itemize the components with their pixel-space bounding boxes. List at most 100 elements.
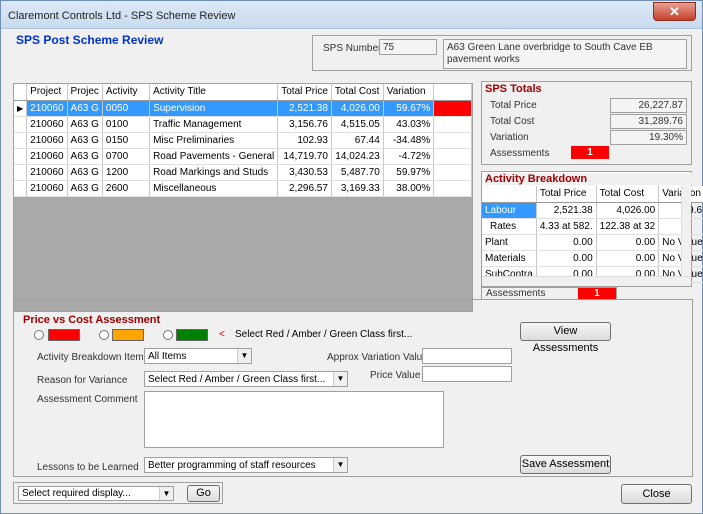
table-row[interactable]: 210060 A63 G 1200 Road Markings and Studs 3,… xyxy=(14,164,472,181)
row-indicator[interactable]: ▶ xyxy=(14,100,28,117)
variation-label: Variation xyxy=(490,132,529,143)
table-row[interactable]: 210060 A63 G 2600 Miscellaneous 2,296.57 3,16… xyxy=(14,180,472,197)
variance-flag xyxy=(433,148,472,165)
table-cell: Miscellaneous xyxy=(149,180,279,197)
chevron-down-icon[interactable]: ▼ xyxy=(333,458,347,472)
table-cell: Misc Preliminaries xyxy=(149,132,279,149)
activity-grid[interactable]: Project Projec Activity Activity Title T… xyxy=(13,83,473,312)
row-indicator[interactable] xyxy=(14,116,28,133)
table-cell: A63 G xyxy=(67,100,103,117)
col-header[interactable]: Activity Title xyxy=(149,84,279,101)
row-indicator[interactable] xyxy=(14,148,28,165)
row-indicator[interactable] xyxy=(14,132,28,149)
chevron-down-icon[interactable]: ▼ xyxy=(159,487,173,500)
sps-number-label: SPS Number xyxy=(323,43,382,54)
class-hint-text: Select Red / Amber / Green Class first..… xyxy=(235,329,413,340)
table-cell: 210060 xyxy=(26,116,68,133)
green-class-radio[interactable] xyxy=(163,330,173,340)
table-cell: 210060 xyxy=(26,148,68,165)
chevron-down-icon[interactable]: ▼ xyxy=(237,349,251,363)
col-header[interactable]: Total Cost xyxy=(331,84,384,101)
breakdown-table: Total Price Total Cost Variation Labour2… xyxy=(482,186,703,283)
lessons-select[interactable]: Better programming of staff resources ▼ xyxy=(144,457,348,473)
table-cell: A63 G xyxy=(67,148,103,165)
table-cell: -4.72% xyxy=(383,148,435,165)
app-window: Claremont Controls Ltd - SPS Scheme Revi… xyxy=(0,0,703,514)
row-indicator[interactable] xyxy=(14,164,28,181)
table-cell: 1200 xyxy=(102,164,151,181)
variance-flag xyxy=(433,100,472,117)
save-assessment-button[interactable]: Save Assessment xyxy=(520,455,611,474)
table-cell: 102.93 xyxy=(277,132,332,149)
table-cell: Road Pavements - General xyxy=(149,148,279,165)
go-button[interactable]: Go xyxy=(187,485,220,502)
col-header[interactable]: Activity xyxy=(102,84,151,101)
table-cell: 210060 xyxy=(26,180,68,197)
table-row[interactable]: 210060 A63 G 0100 Traffic Management 3,156.7… xyxy=(14,116,472,133)
breakdown-cell: Plant xyxy=(482,234,537,251)
table-row[interactable]: ▶ 210060 A63 G 0050 Supervision 2,521.38 4,026… xyxy=(14,100,472,117)
view-assessments-button[interactable]: View Assessments xyxy=(520,322,611,354)
amber-class-radio[interactable] xyxy=(99,330,109,340)
total-price-field: 26,227.87 xyxy=(610,98,687,113)
breakdown-cell: 0.00 xyxy=(536,250,597,267)
approx-variation-input[interactable] xyxy=(422,348,512,364)
price-value-input[interactable] xyxy=(422,366,512,382)
table-cell: A63 G xyxy=(67,180,103,197)
breakdown-row[interactable]: Labour2,521.384,026.0059.67 xyxy=(482,202,703,219)
approx-variation-label: Approx Variation Value xyxy=(327,352,428,363)
red-class-radio[interactable] xyxy=(34,330,44,340)
table-cell: 0050 xyxy=(102,100,151,117)
total-cost-label: Total Cost xyxy=(490,116,535,127)
breakdown-cell: Rates xyxy=(482,218,537,235)
col-header[interactable]: Variation xyxy=(383,84,435,101)
assessment-heading: Price vs Cost Assessment xyxy=(23,314,161,326)
table-row[interactable]: 210060 A63 G 0150 Misc Preliminaries 102.93 6… xyxy=(14,132,472,149)
close-button[interactable]: Close xyxy=(621,484,692,504)
lessons-label: Lessons to be Learned xyxy=(37,462,139,473)
breakdown-vertical-scrollbar[interactable] xyxy=(681,186,691,276)
activity-breakdown-panel: Activity Breakdown Total Price Total Cos… xyxy=(481,171,703,287)
table-cell: 4,026.00 xyxy=(331,100,384,117)
page-title: SPS Post Scheme Review xyxy=(16,33,164,47)
table-cell: 0700 xyxy=(102,148,151,165)
breakdown-item-select[interactable]: All Items ▼ xyxy=(144,348,252,364)
variation-field: 19.30% xyxy=(610,130,687,145)
sps-totals-panel: SPS Totals Total Price 26,227.87 Total C… xyxy=(481,81,692,165)
table-cell: 2,521.38 xyxy=(277,100,332,117)
table-cell: Supervision xyxy=(149,100,279,117)
table-cell: 2,296.57 xyxy=(277,180,332,197)
col-header[interactable]: Total Price xyxy=(277,84,332,101)
price-value-label: Price Value xyxy=(370,370,421,381)
comment-textarea[interactable] xyxy=(144,391,444,448)
breakdown-horizontal-scrollbar[interactable] xyxy=(482,276,691,286)
table-cell: Traffic Management xyxy=(149,116,279,133)
breakdown-item-value: All Items xyxy=(148,351,187,362)
sps-number-field: 75 xyxy=(379,39,437,55)
breakdown-cell: Labour xyxy=(482,202,537,219)
breakdown-row[interactable]: Rates 4.33 at 582. 122.38 at 32 xyxy=(482,218,703,235)
chevron-down-icon[interactable]: ▼ xyxy=(333,372,347,386)
sps-totals-heading: SPS Totals xyxy=(485,83,542,95)
window-close-button[interactable]: ✕ xyxy=(653,2,696,21)
table-cell: 0150 xyxy=(102,132,151,149)
display-select[interactable]: Select required display... ▼ xyxy=(18,486,174,501)
table-cell: 43.03% xyxy=(383,116,435,133)
row-indicator[interactable] xyxy=(14,180,28,197)
breakdown-row[interactable]: Plant0.000.00No Values xyxy=(482,234,703,251)
table-cell: A63 G xyxy=(67,132,103,149)
breakdown-row[interactable]: Materials0.000.00No Values xyxy=(482,250,703,267)
reason-select[interactable]: Select Red / Amber / Green Class first..… xyxy=(144,371,348,387)
table-row[interactable]: 210060 A63 G 0700 Road Pavements - General 1… xyxy=(14,148,472,165)
col-header[interactable]: Projec xyxy=(67,84,103,101)
col-header[interactable]: Project xyxy=(26,84,68,101)
breakdown-cell: 4,026.00 xyxy=(596,202,660,219)
lessons-value: Better programming of staff resources xyxy=(148,460,316,471)
green-swatch xyxy=(176,329,208,341)
row-header-column xyxy=(14,84,28,101)
table-cell: A63 G xyxy=(67,116,103,133)
table-cell: 3,430.53 xyxy=(277,164,332,181)
table-cell: 210060 xyxy=(26,132,68,149)
breakdown-cell: 4.33 at 582. xyxy=(536,218,597,235)
assessments-label: Assessments xyxy=(490,148,550,159)
